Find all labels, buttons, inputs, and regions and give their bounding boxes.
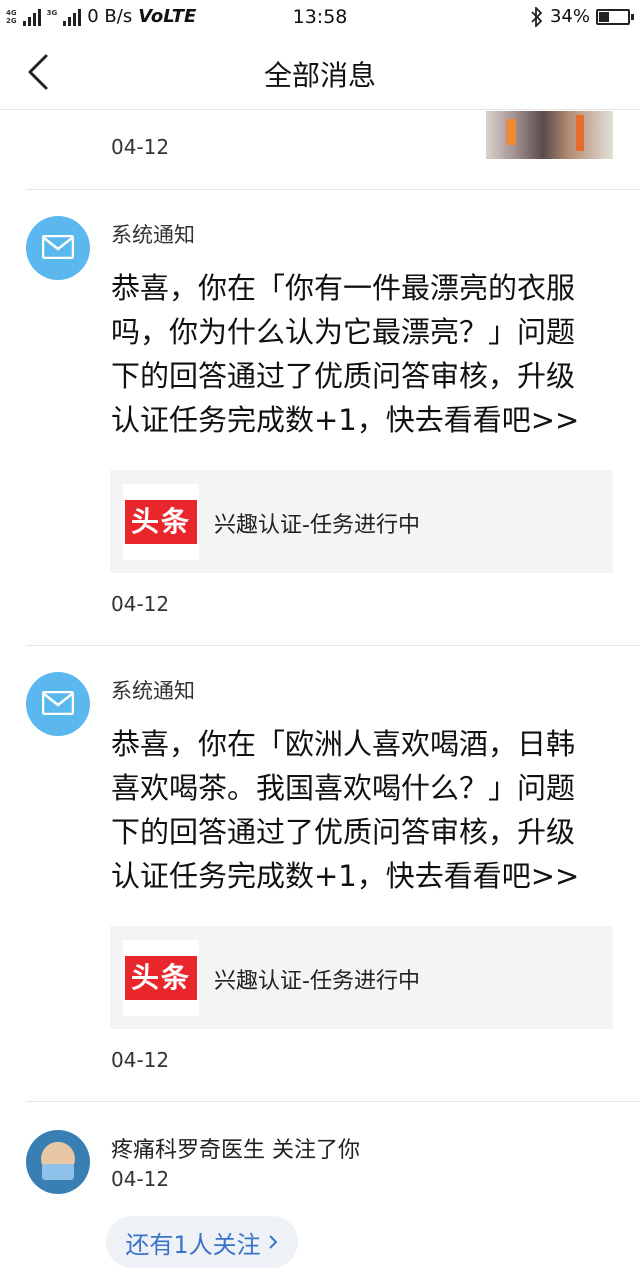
page-title: 全部消息 — [263, 59, 376, 92]
thumbnail-image[interactable] — [486, 111, 613, 159]
more-followers-label: 还有1人关注 — [125, 1230, 261, 1259]
notice-line: 喜欢喝茶。我国喜欢喝什么？」问题 — [111, 771, 576, 805]
status-right: 34% — [530, 6, 634, 27]
notice-line: 下的回答通过了优质问答审核，升级 — [111, 815, 576, 849]
message-date: 04-12 — [111, 592, 170, 616]
task-card[interactable]: 头条 兴趣认证-任务进行中 — [110, 926, 613, 1029]
notice-body[interactable]: 恭喜，你在「欧洲人喜欢喝酒，日韩 喜欢喝茶。我国喜欢喝什么？」问题 下的回答通过… — [111, 722, 606, 898]
follow-notice[interactable]: 疼痛科罗奇医生 关注了你 04-12 还有1人关注 — [0, 1102, 640, 1280]
notice-line: 下的回答通过了优质问答审核，升级 — [111, 359, 576, 393]
sender-name: 系统通知 — [111, 679, 195, 703]
more-followers-button[interactable]: 还有1人关注 — [106, 1216, 298, 1268]
sender-name: 系统通知 — [111, 223, 195, 247]
message-date: 04-12 — [111, 1048, 170, 1072]
toutiao-logo: 头条 — [123, 940, 199, 1016]
battery-icon — [596, 8, 634, 25]
card-label: 兴趣认证-任务进行中 — [214, 513, 420, 538]
notice-line: 恭喜，你在「你有一件最漂亮的衣服 — [111, 271, 576, 305]
message-date: 04-12 — [111, 135, 170, 159]
toutiao-logo: 头条 — [123, 484, 199, 560]
system-notice[interactable]: 系统通知 恭喜，你在「你有一件最漂亮的衣服 吗，你为什么认为它最漂亮？」问题 下… — [0, 190, 640, 645]
card-label: 兴趣认证-任务进行中 — [214, 969, 420, 994]
mail-icon — [42, 235, 74, 259]
follow-text: 疼痛科罗奇医生 关注了你 — [111, 1138, 360, 1163]
avatar — [26, 672, 90, 736]
message-list[interactable]: 04-12 系统通知 恭喜，你在「你有一件最漂亮的衣服 吗，你为什么认为它最漂亮… — [0, 111, 640, 1280]
battery-percent: 34% — [549, 6, 590, 27]
task-card[interactable]: 头条 兴趣认证-任务进行中 — [110, 470, 613, 573]
battery-fill — [599, 11, 609, 22]
notice-body[interactable]: 恭喜，你在「你有一件最漂亮的衣服 吗，你为什么认为它最漂亮？」问题 下的回答通过… — [111, 266, 606, 442]
system-notice[interactable]: 系统通知 恭喜，你在「欧洲人喜欢喝酒，日韩 喜欢喝茶。我国喜欢喝什么？」问题 下… — [0, 646, 640, 1101]
avatar — [26, 216, 90, 280]
notice-line: 认证任务完成数+1，快去看看吧>> — [111, 859, 580, 893]
message-date: 04-12 — [111, 1167, 170, 1191]
user-avatar[interactable] — [26, 1130, 90, 1194]
status-bar: 4G 2G 3G 0 B/s VoLTE 13:58 34% — [0, 0, 640, 36]
nav-header: 全部消息 — [0, 36, 640, 110]
list-item[interactable]: 04-12 — [0, 111, 640, 189]
bluetooth-icon — [531, 6, 543, 27]
notice-line: 认证任务完成数+1，快去看看吧>> — [111, 403, 580, 437]
mail-icon — [42, 691, 74, 715]
notice-line: 恭喜，你在「欧洲人喜欢喝酒，日韩 — [111, 727, 576, 761]
chevron-right-icon — [268, 1235, 278, 1249]
notice-line: 吗，你为什么认为它最漂亮？」问题 — [111, 315, 576, 349]
